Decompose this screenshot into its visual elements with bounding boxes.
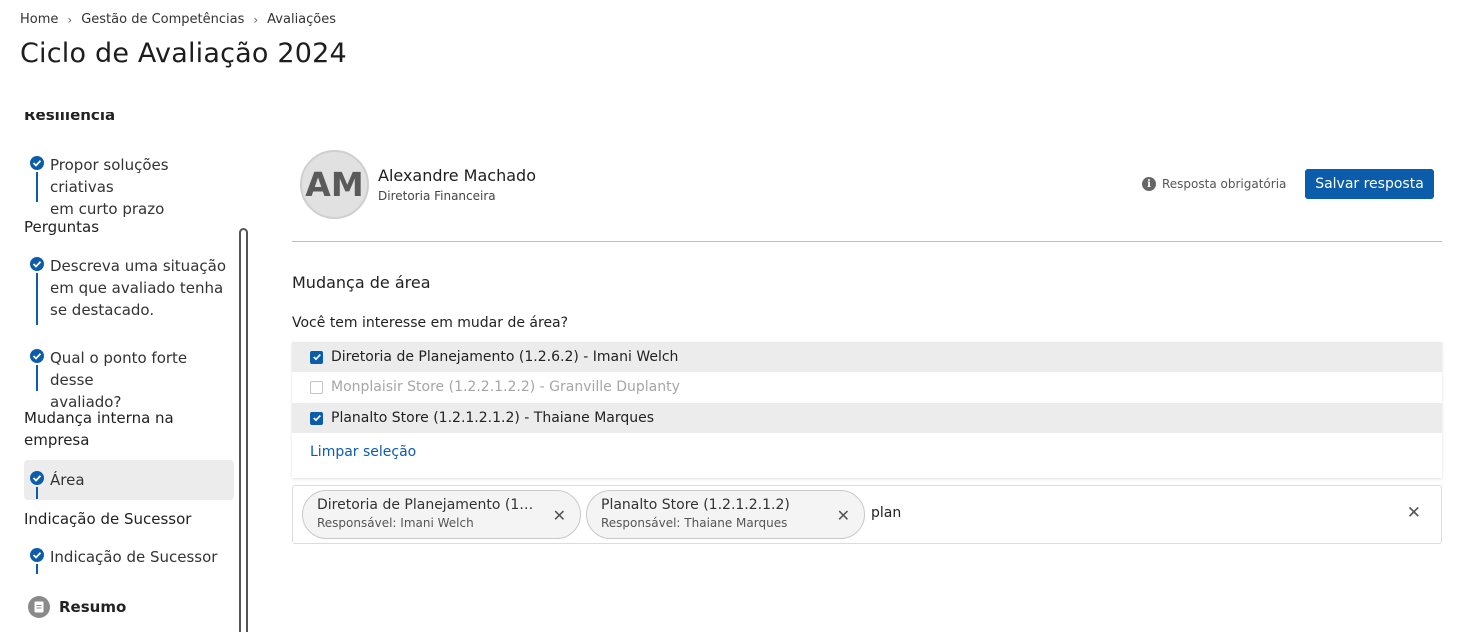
sidebar-item-area[interactable]: Área — [24, 460, 234, 500]
chevron-right-icon: › — [253, 12, 259, 27]
chip-subtitle: Responsável: Imani Welch — [317, 516, 474, 530]
remove-chip-icon[interactable]: ✕ — [837, 506, 850, 525]
breadcrumb: Home › Gestão de Competências › Avaliaçõ… — [20, 12, 336, 27]
chip-title: Diretoria de Planejamento (1.2.6.2) — [317, 497, 535, 513]
sidebar-heading-resiliencia: Resiliência — [24, 112, 116, 124]
sidebar-item-label: Qual o ponto forte desse — [50, 349, 188, 389]
breadcrumb-home[interactable]: Home — [20, 12, 58, 27]
sidebar-item-indicacao-sucessor[interactable]: Indicação de Sucessor — [24, 546, 234, 576]
option-planalto-store[interactable]: Planalto Store (1.2.1.2.1.2) - Thaiane M… — [292, 403, 1442, 433]
profile-department: Diretoria Financeira — [378, 189, 496, 203]
check-pin-icon — [30, 548, 44, 562]
sidebar-item-label: Descreva uma situação — [50, 257, 227, 275]
profile-name: Alexandre Machado — [378, 166, 536, 185]
sidebar-item-propor-solucoes[interactable]: Propor soluções criativas em curto prazo — [24, 154, 234, 218]
evaluatee-profile: AM Alexandre Machado Diretoria Financeir… — [300, 150, 536, 219]
sidebar-heading-mudanca-interna: Mudança interna na empresa — [24, 407, 174, 451]
clear-selection-link[interactable]: Limpar seleção — [310, 444, 416, 460]
progress-line — [36, 273, 38, 325]
progress-line — [36, 487, 38, 499]
check-pin-icon — [30, 156, 44, 170]
chevron-right-icon: › — [67, 12, 73, 27]
check-pin-icon — [30, 257, 44, 271]
sidebar-scrollbar[interactable] — [239, 228, 248, 632]
option-label: Monplaisir Store (1.2.2.1.2.2) - Granvil… — [331, 379, 680, 395]
check-pin-icon — [30, 471, 44, 485]
progress-line — [36, 564, 38, 574]
sidebar-item-label: Área — [50, 471, 85, 489]
clear-all-icon[interactable]: ✕ — [1407, 503, 1421, 523]
info-icon: i — [1142, 177, 1156, 191]
chip-subtitle: Responsável: Thaiane Marques — [601, 516, 788, 530]
sidebar-item-ponto-forte[interactable]: Qual o ponto forte desse avaliado? — [24, 347, 234, 411]
page-title: Ciclo de Avaliação 2024 — [20, 38, 347, 69]
sidebar-item-label: Propor soluções criativas — [50, 156, 169, 196]
sidebar-item-label: em que avaliado tenha — [50, 279, 224, 297]
option-label: Planalto Store (1.2.1.2.1.2) - Thaiane M… — [331, 410, 655, 426]
selected-chip: Planalto Store (1.2.1.2.1.2) Responsável… — [586, 490, 865, 539]
sidebar-item-descreva-situacao[interactable]: Descreva uma situação em que avaliado te… — [24, 255, 234, 325]
heading-line: empresa — [24, 431, 90, 449]
option-label: Diretoria de Planejamento (1.2.6.2) - Im… — [331, 349, 679, 365]
area-multiselect-input[interactable]: Diretoria de Planejamento (1.2.6.2) Resp… — [292, 485, 1442, 544]
area-options-list: Diretoria de Planejamento (1.2.6.2) - Im… — [292, 342, 1442, 478]
divider — [292, 241, 1442, 242]
summary-label: Resumo — [59, 598, 127, 616]
breadcrumb-avaliacoes[interactable]: Avaliações — [267, 12, 336, 27]
checkbox-unchecked-icon — [310, 380, 323, 394]
sidebar-item-label: Indicação de Sucessor — [50, 548, 218, 566]
required-note: i Resposta obrigatória — [1142, 177, 1286, 191]
section-title: Mudança de área — [292, 273, 431, 292]
save-response-button[interactable]: Salvar resposta — [1305, 169, 1434, 199]
sidebar-heading-perguntas: Perguntas — [24, 218, 100, 236]
sidebar-item-resumo[interactable]: Resumo — [28, 596, 126, 618]
sidebar-nav: Resiliência Propor soluções criativas em… — [0, 112, 250, 632]
sidebar-heading-indicacao-sucessor: Indicação de Sucessor — [24, 510, 192, 528]
chip-title: Planalto Store (1.2.1.2.1.2) — [601, 497, 790, 513]
heading-line: Mudança interna na — [24, 409, 174, 427]
question-text: Você tem interesse em mudar de área? — [292, 315, 569, 331]
selected-chip: Diretoria de Planejamento (1.2.6.2) Resp… — [302, 490, 581, 539]
profile-info: Alexandre Machado Diretoria Financeira — [378, 166, 536, 203]
breadcrumb-competencias[interactable]: Gestão de Competências — [81, 12, 244, 27]
remove-chip-icon[interactable]: ✕ — [553, 506, 566, 525]
required-note-text: Resposta obrigatória — [1162, 177, 1287, 191]
check-pin-icon — [30, 349, 44, 363]
progress-line — [36, 172, 38, 202]
option-diretoria-planejamento[interactable]: Diretoria de Planejamento (1.2.6.2) - Im… — [292, 342, 1442, 372]
search-input[interactable]: plan — [871, 505, 901, 521]
progress-line — [36, 365, 38, 391]
checkbox-checked-icon[interactable] — [310, 350, 323, 364]
document-icon — [28, 596, 50, 618]
avatar: AM — [300, 150, 369, 219]
option-monplaisir-store: Monplaisir Store (1.2.2.1.2.2) - Granvil… — [292, 372, 1442, 402]
checkbox-checked-icon[interactable] — [310, 411, 323, 425]
sidebar-item-label: se destacado. — [50, 301, 155, 319]
